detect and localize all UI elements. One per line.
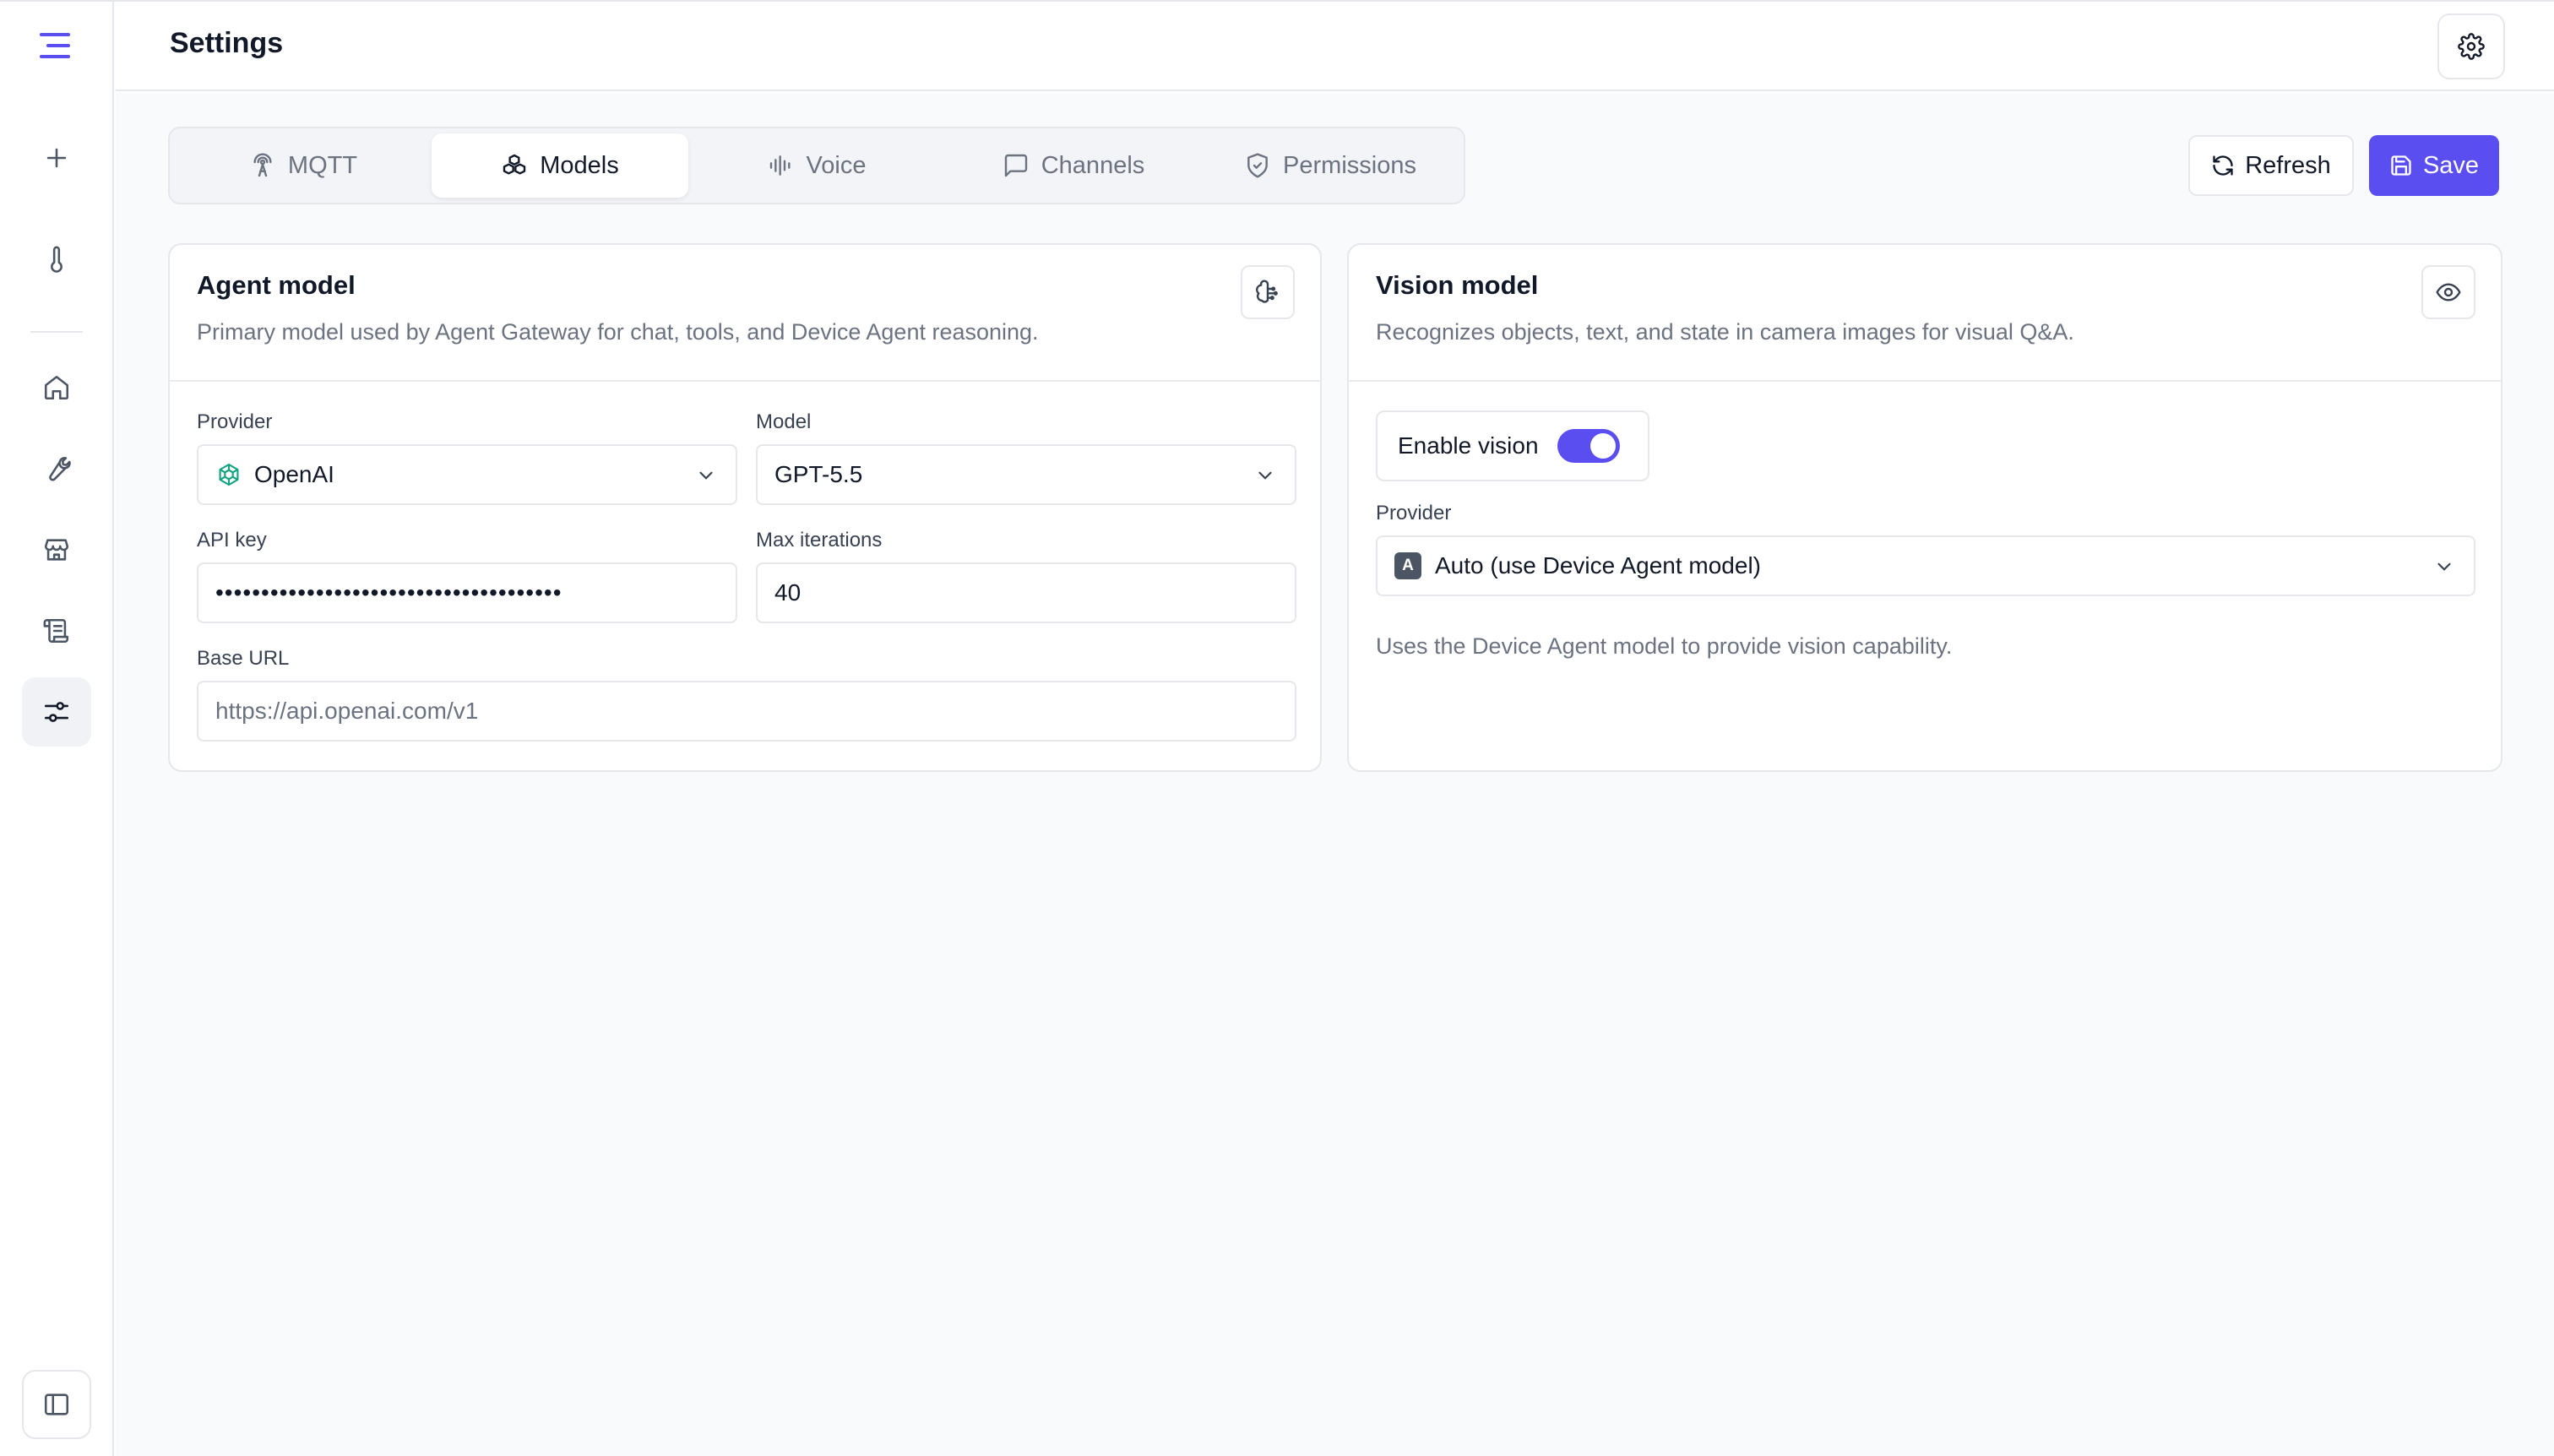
sidebar: [0, 2, 114, 1456]
settings-tabs: MQTT Models Voice Channels Permissions: [168, 127, 1465, 204]
panel-left-icon: [44, 1394, 69, 1415]
shield-check-icon: [1247, 153, 1268, 178]
eye-icon: [2436, 283, 2461, 302]
vision-model-card: Vision model Recognizes objects, text, a…: [1347, 243, 2502, 772]
max-iterations-value: 40: [774, 579, 802, 606]
agent-model-card: Agent model Primary model used by Agent …: [168, 243, 1322, 772]
vision-help-text: Uses the Device Agent model to provide v…: [1376, 633, 1953, 659]
boxes-icon: [503, 154, 526, 175]
tab-voice[interactable]: Voice: [688, 133, 945, 198]
vision-provider-label: Provider: [1376, 502, 1452, 524]
tab-label: Permissions: [1283, 151, 1416, 179]
audio-waveform-icon: [769, 155, 791, 176]
provider-label: Provider: [197, 410, 273, 433]
sidebar-item-settings[interactable]: [22, 677, 91, 747]
tab-models[interactable]: Models: [432, 133, 688, 198]
openai-logo-icon: [215, 461, 242, 488]
enable-vision-control: Enable vision: [1376, 410, 1649, 481]
app-window: Settings MQTT Models Voice Channels Perm…: [0, 0, 2554, 1456]
refresh-button[interactable]: Refresh: [2188, 135, 2354, 196]
refresh-label: Refresh: [2245, 151, 2331, 179]
vision-provider-value: Auto (use Device Agent model): [1435, 552, 1761, 579]
sidebar-collapse-button[interactable]: [22, 1370, 91, 1439]
model-select[interactable]: GPT-5.5: [756, 444, 1296, 505]
base-url-input[interactable]: https://api.openai.com/v1: [197, 681, 1296, 742]
save-icon: [2391, 155, 2411, 176]
api-key-value: ••••••••••••••••••••••••••••••••••••••: [215, 579, 562, 606]
max-iterations-label: Max iterations: [756, 529, 883, 551]
home-icon: [44, 375, 69, 400]
tab-label: Channels: [1041, 151, 1145, 179]
save-label: Save: [2422, 151, 2480, 179]
api-key-input[interactable]: ••••••••••••••••••••••••••••••••••••••: [197, 562, 737, 623]
sidebar-item-home[interactable]: [22, 353, 91, 422]
model-value: GPT-5.5: [774, 461, 863, 487]
card-header: Vision model Recognizes objects, text, a…: [1349, 245, 2501, 382]
tab-channels[interactable]: Channels: [945, 133, 1202, 198]
card-header: Agent model Primary model used by Agent …: [170, 245, 1320, 382]
provider-select[interactable]: OpenAI: [197, 444, 737, 505]
chevron-down-icon: [699, 471, 713, 480]
enable-vision-toggle[interactable]: [1557, 429, 1620, 463]
sliders-icon: [44, 702, 69, 722]
main-content: MQTT Models Voice Channels Permissions R…: [116, 93, 2554, 1456]
sidebar-item-tools[interactable]: [22, 434, 91, 503]
thermometer-icon: [51, 246, 62, 273]
store-icon: [44, 539, 69, 561]
chevron-down-icon: [2437, 562, 2451, 571]
max-iterations-input[interactable]: 40: [756, 562, 1296, 623]
agent-model-icon-button[interactable]: [1241, 265, 1295, 319]
wrench-icon: [49, 457, 71, 481]
card-description: Recognizes objects, text, and state in c…: [1376, 319, 2074, 345]
sidebar-item-thermometer[interactable]: [22, 225, 91, 294]
toggle-knob: [1589, 433, 1616, 459]
refresh-icon: [2213, 155, 2233, 176]
tab-mqtt[interactable]: MQTT: [175, 133, 432, 198]
save-button[interactable]: Save: [2369, 135, 2499, 196]
sidebar-item-logs[interactable]: [22, 596, 91, 666]
base-url-label: Base URL: [197, 647, 290, 670]
page-title: Settings: [170, 27, 284, 59]
tab-permissions[interactable]: Permissions: [1202, 133, 1459, 198]
api-key-label: API key: [197, 529, 267, 551]
vision-provider-select[interactable]: A Auto (use Device Agent model): [1376, 535, 2475, 596]
sidebar-new-button[interactable]: [22, 123, 91, 193]
radio-tower-icon: [253, 153, 272, 177]
message-square-icon: [1004, 154, 1027, 177]
provider-value: OpenAI: [254, 461, 334, 487]
model-label: Model: [756, 410, 812, 433]
base-url-value: https://api.openai.com/v1: [215, 698, 479, 724]
brain-circuit-icon: [1256, 280, 1278, 303]
vision-model-icon-button[interactable]: [2421, 265, 2475, 319]
enable-vision-label: Enable vision: [1398, 432, 1539, 459]
menu-logo-icon[interactable]: [35, 27, 78, 64]
card-description: Primary model used by Agent Gateway for …: [197, 319, 1039, 345]
scroll-icon: [43, 618, 69, 644]
tab-label: MQTT: [287, 151, 358, 179]
sidebar-divider: [30, 331, 83, 333]
card-title: Agent model: [197, 270, 356, 300]
top-header: Settings: [116, 2, 2554, 91]
card-title: Vision model: [1376, 270, 1539, 300]
tab-label: Models: [540, 151, 619, 179]
tab-label: Voice: [806, 151, 867, 179]
provider-badge: A: [1394, 552, 1421, 579]
header-settings-button[interactable]: [2437, 14, 2505, 79]
sidebar-item-store[interactable]: [22, 515, 91, 584]
gear-icon: [2458, 33, 2485, 60]
chevron-down-icon: [1258, 471, 1272, 480]
plus-icon: [46, 148, 67, 168]
